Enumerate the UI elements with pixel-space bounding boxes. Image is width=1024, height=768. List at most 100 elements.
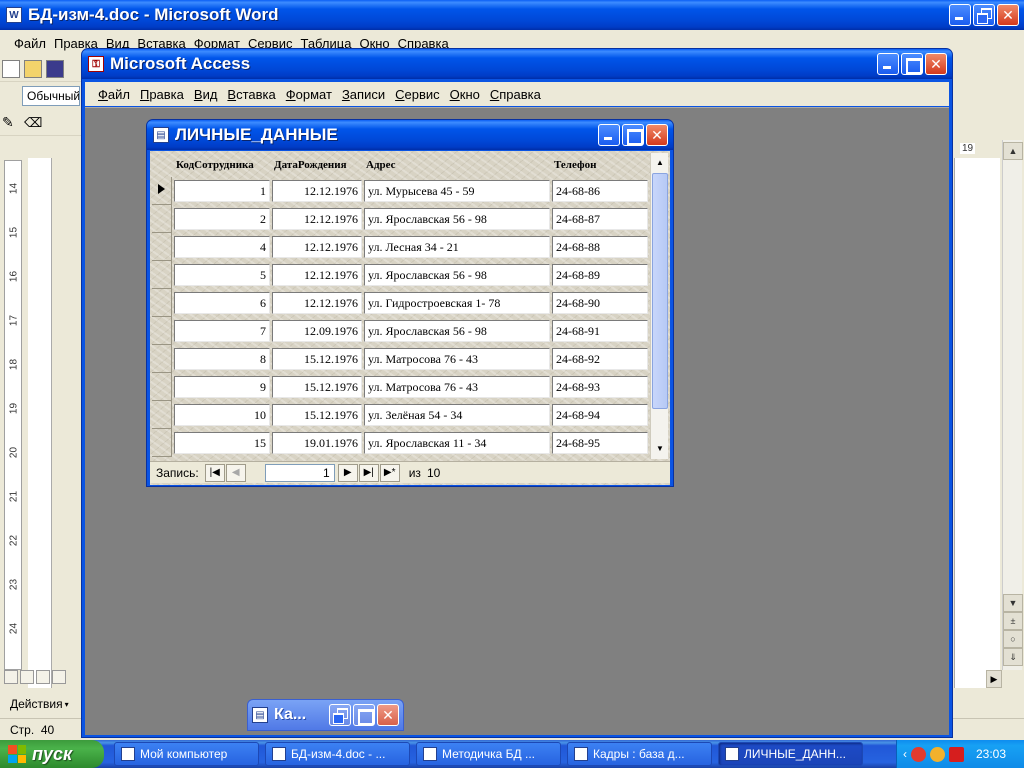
access-maximize-button[interactable]	[901, 53, 923, 75]
word-restore-button[interactable]	[973, 4, 995, 26]
scroll-down-icon[interactable]: ▼	[652, 439, 668, 457]
last-record-icon[interactable]: ▶|	[358, 463, 379, 482]
phone-field[interactable]: 24-68-94	[552, 404, 648, 426]
new-record-icon[interactable]: ▶*	[379, 463, 400, 482]
taskbar-button[interactable]: ЛИЧНЫЕ_ДАНН...	[718, 742, 863, 766]
access-menu-item[interactable]: Правка	[135, 87, 189, 102]
record-selector[interactable]	[152, 233, 172, 261]
access-menu-item[interactable]: Вставка	[222, 87, 280, 102]
address-field[interactable]: ул. Ярославская 56 - 98	[364, 208, 550, 230]
phone-field[interactable]: 24-68-91	[552, 320, 648, 342]
birth-date-field[interactable]: 12.12.1976	[272, 264, 362, 286]
access-menu-item[interactable]: Формат	[281, 87, 337, 102]
antivirus-icon[interactable]	[911, 746, 926, 762]
record-selector[interactable]	[152, 261, 172, 289]
hscroll-right-icon[interactable]: ▶	[986, 670, 1002, 688]
current-record-input[interactable]: 1	[264, 463, 335, 482]
record-selector[interactable]	[152, 289, 172, 317]
phone-field[interactable]: 24-68-95	[552, 432, 648, 454]
word-close-button[interactable]: ✕	[997, 4, 1019, 26]
birth-date-field[interactable]: 12.09.1976	[272, 320, 362, 342]
employee-id-field[interactable]: 9	[174, 376, 270, 398]
employee-id-field[interactable]: 5	[174, 264, 270, 286]
employee-id-field[interactable]: 8	[174, 348, 270, 370]
record-selector[interactable]	[152, 177, 172, 205]
access-close-button[interactable]: ✕	[925, 53, 947, 75]
phone-field[interactable]: 24-68-86	[552, 180, 648, 202]
form-minimize-button[interactable]	[598, 124, 620, 146]
birth-date-field[interactable]: 15.12.1976	[272, 404, 362, 426]
birth-date-field[interactable]: 12.12.1976	[272, 292, 362, 314]
record-selector[interactable]	[152, 205, 172, 233]
address-field[interactable]: ул. Ярославская 56 - 98	[364, 320, 550, 342]
mini-close-button[interactable]: ✕	[377, 704, 399, 726]
phone-field[interactable]: 24-68-88	[552, 236, 648, 258]
next-page-icon[interactable]: ⇓	[1003, 648, 1023, 666]
employee-id-field[interactable]: 1	[174, 180, 270, 202]
access-title-bar[interactable]: ⚿ Microsoft Access ✕	[82, 49, 952, 79]
mail-agent-icon[interactable]	[930, 746, 945, 762]
access-menu-item[interactable]: Окно	[445, 87, 485, 102]
select-browse-object-icon[interactable]: ○	[1003, 630, 1023, 648]
access-minimize-button[interactable]	[877, 53, 899, 75]
phone-field[interactable]: 24-68-89	[552, 264, 648, 286]
phone-field[interactable]: 24-68-90	[552, 292, 648, 314]
access-menu-item[interactable]: Сервис	[390, 87, 445, 102]
eraser-icon[interactable]: ⌫	[24, 115, 42, 133]
birth-date-field[interactable]: 12.12.1976	[272, 236, 362, 258]
address-field[interactable]: ул. Матросова 76 - 43	[364, 376, 550, 398]
record-selector[interactable]	[152, 373, 172, 401]
phone-field[interactable]: 24-68-92	[552, 348, 648, 370]
record-selector[interactable]	[152, 429, 172, 457]
save-icon[interactable]	[46, 60, 64, 78]
birth-date-field[interactable]: 12.12.1976	[272, 180, 362, 202]
scroll-down-icon[interactable]: ▼	[1003, 594, 1023, 612]
start-button[interactable]: пуск	[0, 740, 104, 768]
new-document-icon[interactable]	[2, 60, 20, 78]
employee-id-field[interactable]: 15	[174, 432, 270, 454]
pencil-icon[interactable]: ✎	[2, 114, 20, 132]
address-field[interactable]: ул. Ярославская 56 - 98	[364, 264, 550, 286]
form-vertical-scrollbar[interactable]: ▲ ▼	[650, 153, 668, 459]
birth-date-field[interactable]: 12.12.1976	[272, 208, 362, 230]
employee-id-field[interactable]: 7	[174, 320, 270, 342]
birth-date-field[interactable]: 15.12.1976	[272, 376, 362, 398]
address-field[interactable]: ул. Гидростроевская 1- 78	[364, 292, 550, 314]
prev-page-icon[interactable]: ±	[1003, 612, 1023, 630]
employee-id-field[interactable]: 2	[174, 208, 270, 230]
employee-id-field[interactable]: 10	[174, 404, 270, 426]
scroll-up-icon[interactable]: ▲	[1003, 142, 1023, 160]
mini-maximize-button[interactable]	[353, 704, 375, 726]
form-maximize-button[interactable]	[622, 124, 644, 146]
first-record-icon[interactable]: |◀	[204, 463, 225, 482]
access-menu-item[interactable]: Вид	[189, 87, 223, 102]
phone-field[interactable]: 24-68-93	[552, 376, 648, 398]
normal-view-icon[interactable]	[4, 670, 18, 684]
address-field[interactable]: ул. Ярославская 11 - 34	[364, 432, 550, 454]
record-selector[interactable]	[152, 345, 172, 373]
taskbar-button[interactable]: Методичка БД ...	[416, 742, 561, 766]
print-view-icon[interactable]	[36, 670, 50, 684]
address-field[interactable]: ул. Лесная 34 - 21	[364, 236, 550, 258]
taskbar-button[interactable]: Мой компьютер	[114, 742, 259, 766]
draw-actions-menu[interactable]: Действия ▾	[0, 692, 84, 716]
minimized-window[interactable]: ▤ Ка... ✕	[247, 699, 404, 731]
open-folder-icon[interactable]	[24, 60, 42, 78]
word-style-box[interactable]: Обычный	[22, 86, 80, 106]
access-menu-item[interactable]: Записи	[337, 87, 390, 102]
employee-id-field[interactable]: 4	[174, 236, 270, 258]
employee-id-field[interactable]: 6	[174, 292, 270, 314]
address-field[interactable]: ул. Зелёная 54 - 34	[364, 404, 550, 426]
record-selector[interactable]	[152, 317, 172, 345]
access-menu-item[interactable]: Справка	[485, 87, 546, 102]
word-vertical-scrollbar[interactable]: ▲ ▼ ± ○ ⇓	[1002, 140, 1023, 670]
next-record-icon[interactable]: ▶	[337, 463, 358, 482]
word-menu-item[interactable]: Файл	[10, 36, 50, 51]
taskbar-button[interactable]: Кадры : база д...	[567, 742, 712, 766]
phone-field[interactable]: 24-68-87	[552, 208, 648, 230]
word-title-bar[interactable]: W БД-изм-4.doc - Microsoft Word ✕	[0, 0, 1024, 30]
word-minimize-button[interactable]	[949, 4, 971, 26]
scroll-thumb[interactable]	[652, 173, 668, 409]
outline-view-icon[interactable]	[52, 670, 66, 684]
address-field[interactable]: ул. Мурысева 45 - 59	[364, 180, 550, 202]
